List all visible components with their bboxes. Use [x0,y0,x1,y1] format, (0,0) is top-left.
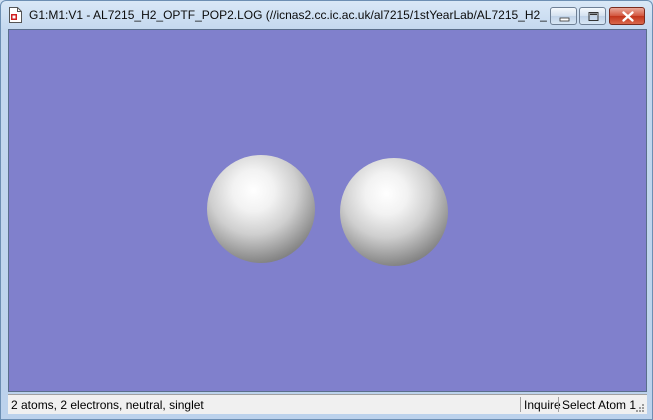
title-bar[interactable]: G1:M1:V1 - AL7215_H2_OPTF_POP2.LOG (//ic… [1,1,652,29]
document-icon [9,7,22,23]
molecule-viewport[interactable] [8,29,647,392]
gaussview-window: G1:M1:V1 - AL7215_H2_OPTF_POP2.LOG (//ic… [0,0,653,420]
maximize-icon [588,12,599,21]
minimize-icon [559,17,570,22]
maximize-button[interactable] [579,7,606,25]
action-prompt: Select Atom 1 [562,398,637,412]
mode-indicator: Inquire [524,398,561,412]
molecule-info-text: 2 atoms, 2 electrons, neutral, singlet [11,398,204,412]
status-divider [558,397,559,412]
status-divider [520,397,521,412]
close-button[interactable] [609,7,645,25]
minimize-button[interactable] [550,7,577,25]
atom-hydrogen-1[interactable] [207,155,315,263]
window-title: G1:M1:V1 - AL7215_H2_OPTF_POP2.LOG (//ic… [29,8,547,22]
close-icon [622,11,634,22]
atom-hydrogen-2[interactable] [340,158,448,266]
resize-grip-icon[interactable] [635,402,645,412]
status-bar: 2 atoms, 2 electrons, neutral, singlet I… [8,394,647,414]
